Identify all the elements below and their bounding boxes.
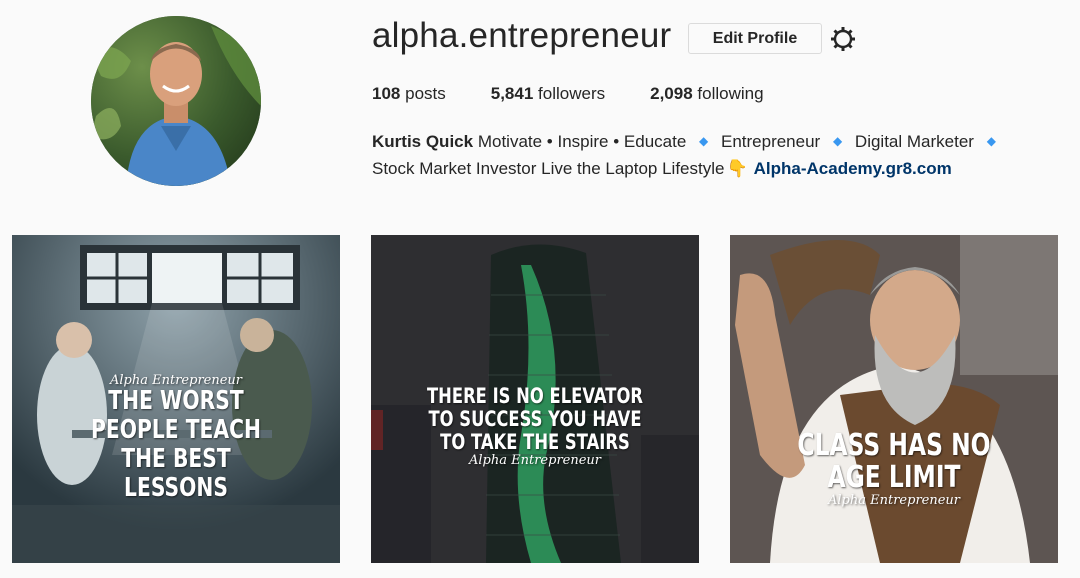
profile-avatar[interactable] [91, 16, 261, 186]
gear-icon[interactable] [830, 26, 856, 52]
post-quote: CLASS HAS NO AGE LIMIT [730, 430, 1058, 494]
post-tile-1[interactable]: Alpha Entrepreneur THE WORST PEOPLE TEAC… [12, 235, 340, 563]
followers-link[interactable]: 5,841 followers [491, 84, 605, 104]
post-tile-2[interactable]: THERE IS NO ELEVATOR TO SUCCESS YOU HAVE… [371, 235, 699, 563]
edit-profile-button[interactable]: Edit Profile [688, 23, 822, 54]
posts-count-label: posts [405, 84, 446, 103]
following-count-label: following [697, 84, 764, 103]
diamond-icon: ◆ [986, 134, 996, 148]
post-quote-line: PEOPLE TEACH [91, 415, 261, 445]
posts-count-value: 108 [372, 84, 401, 103]
pointing-down-hand-icon: 👇 [726, 159, 748, 178]
post-quote-line: TO TAKE THE STAIRS [440, 430, 630, 454]
bio-text-tagline: Motivate • Inspire • Educate [477, 132, 687, 151]
profile-bio: Kurtis Quick Motivate • Inspire • Educat… [372, 128, 1004, 182]
bio-full-name: Kurtis Quick [372, 132, 474, 151]
profile-username: alpha.entrepreneur [372, 16, 672, 55]
post-tile-3[interactable]: CLASS HAS NO AGE LIMIT Alpha Entrepreneu… [730, 235, 1058, 563]
post-quote-line: LESSONS [124, 473, 228, 503]
post-quote: THERE IS NO ELEVATOR TO SUCCESS YOU HAVE… [371, 385, 699, 454]
post-quote-line: CLASS HAS NO [797, 428, 991, 463]
followers-count-label: followers [538, 84, 606, 103]
post-quote-line: THE BEST [121, 444, 231, 474]
diamond-icon: ◆ [699, 134, 709, 148]
posts-count: 108 posts [372, 84, 446, 104]
post-brand-watermark: Alpha Entrepreneur [469, 453, 601, 468]
bio-text-entrepreneur: Entrepreneur [720, 132, 821, 151]
following-link[interactable]: 2,098 following [650, 84, 763, 104]
bio-text-investor: Stock Market Investor Live the Laptop Li… [372, 159, 725, 178]
post-quote-line: TO SUCCESS YOU HAVE [428, 407, 642, 431]
following-count-value: 2,098 [650, 84, 693, 103]
post-quote-line: AGE LIMIT [827, 460, 961, 495]
bio-text-digital-marketer: Digital Marketer [854, 132, 974, 151]
diamond-icon: ◆ [832, 134, 843, 148]
post-quote-line: THE WORST [108, 386, 244, 416]
bio-line-2: Stock Market Investor Live the Laptop Li… [372, 155, 1004, 182]
bio-website-link[interactable]: Alpha-Academy.gr8.com [754, 159, 952, 178]
followers-count-value: 5,841 [490, 84, 534, 103]
post-quote: THE WORST PEOPLE TEACH THE BEST LESSONS [12, 387, 340, 503]
profile-stats: 108 posts 5,841 followers 2,098 followin… [372, 84, 809, 104]
bio-line-1: Kurtis Quick Motivate • Inspire • Educat… [372, 128, 1004, 155]
post-quote-line: THERE IS NO ELEVATOR [426, 384, 644, 408]
post-brand-watermark: Alpha Entrepreneur [828, 493, 960, 508]
